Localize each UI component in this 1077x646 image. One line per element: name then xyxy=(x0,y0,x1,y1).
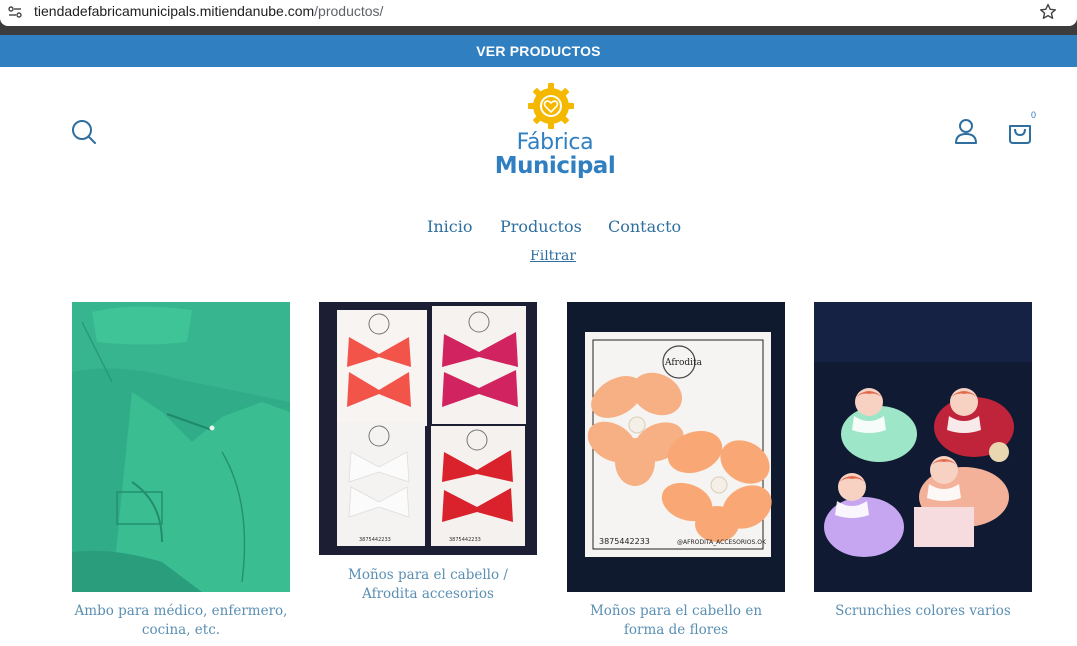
gear-heart-logo-icon xyxy=(528,83,574,129)
nav-item-inicio[interactable]: Inicio xyxy=(427,217,472,236)
product-image[interactable]: Afrodita 3875442233 @AFRODITA_ACCESORIOS… xyxy=(567,302,785,592)
product-image[interactable] xyxy=(814,302,1032,592)
product-card[interactable]: Scrunchies colores varios xyxy=(814,302,1032,621)
nav-item-productos[interactable]: Productos xyxy=(500,217,582,236)
url-path: /productos/ xyxy=(314,3,384,19)
logo-text-municipal: Municipal xyxy=(494,153,616,179)
product-name[interactable]: Moños para el cabello / Afrodita accesor… xyxy=(319,566,537,604)
product-card[interactable]: Ambo para médico, enfermero, cocina, etc… xyxy=(72,302,290,640)
account-icon[interactable] xyxy=(953,118,979,146)
logo-text-fabrica: Fábrica xyxy=(516,130,594,155)
peach-flower-clips-photo: Afrodita 3875442233 @AFRODITA_ACCESORIOS… xyxy=(567,302,785,592)
announcement-bar: VER PRODUCTOS xyxy=(0,35,1077,67)
nav-item-contacto[interactable]: Contacto xyxy=(608,217,681,236)
card-phone-text: 3875442233 xyxy=(359,537,391,543)
product-card[interactable]: Afrodita 3875442233 @AFRODITA_ACCESORIOS… xyxy=(567,302,785,640)
card-brand-text: Afrodita xyxy=(664,358,703,368)
scrunchies-photo xyxy=(814,302,1032,592)
cart-count-badge: 0 xyxy=(1031,110,1037,120)
product-card[interactable]: 3875442233 3875442233 Moños para el cabe… xyxy=(319,302,537,604)
browser-toolbar: tiendadefabricamunicipals.mitiendanube.c… xyxy=(0,0,1077,35)
product-name[interactable]: Scrunchies colores varios xyxy=(814,602,1032,621)
product-name[interactable]: Moños para el cabello en forma de flores xyxy=(567,602,785,640)
store-logo[interactable]: Fábrica Municipal xyxy=(480,80,630,185)
card-phone-text: 3875442233 xyxy=(449,537,481,543)
ver-productos-link[interactable]: VER PRODUCTOS xyxy=(476,43,600,59)
green-scrubs-photo xyxy=(72,302,290,592)
product-image[interactable] xyxy=(72,302,290,592)
url-text[interactable]: tiendadefabricamunicipals.mitiendanube.c… xyxy=(34,3,383,19)
card-phone-text: 3875442233 xyxy=(599,537,650,546)
address-bar[interactable]: tiendadefabricamunicipals.mitiendanube.c… xyxy=(0,0,1077,26)
search-icon[interactable] xyxy=(70,118,98,146)
cart-bag-icon[interactable] xyxy=(1007,118,1033,146)
card-handle-text: @AFRODITA_ACCESORIOS.OK xyxy=(677,539,767,546)
site-settings-icon[interactable] xyxy=(7,4,23,20)
bookmark-star-icon[interactable] xyxy=(1038,2,1058,22)
product-image[interactable]: 3875442233 3875442233 xyxy=(319,302,537,555)
product-name[interactable]: Ambo para médico, enfermero, cocina, etc… xyxy=(72,602,290,640)
hair-bows-cards-photo: 3875442233 3875442233 xyxy=(319,302,537,555)
main-nav: Inicio Productos Contacto xyxy=(0,217,1077,239)
url-host: tiendadefabricamunicipals.mitiendanube.c… xyxy=(34,3,315,19)
filter-link[interactable]: Filtrar xyxy=(530,250,576,264)
